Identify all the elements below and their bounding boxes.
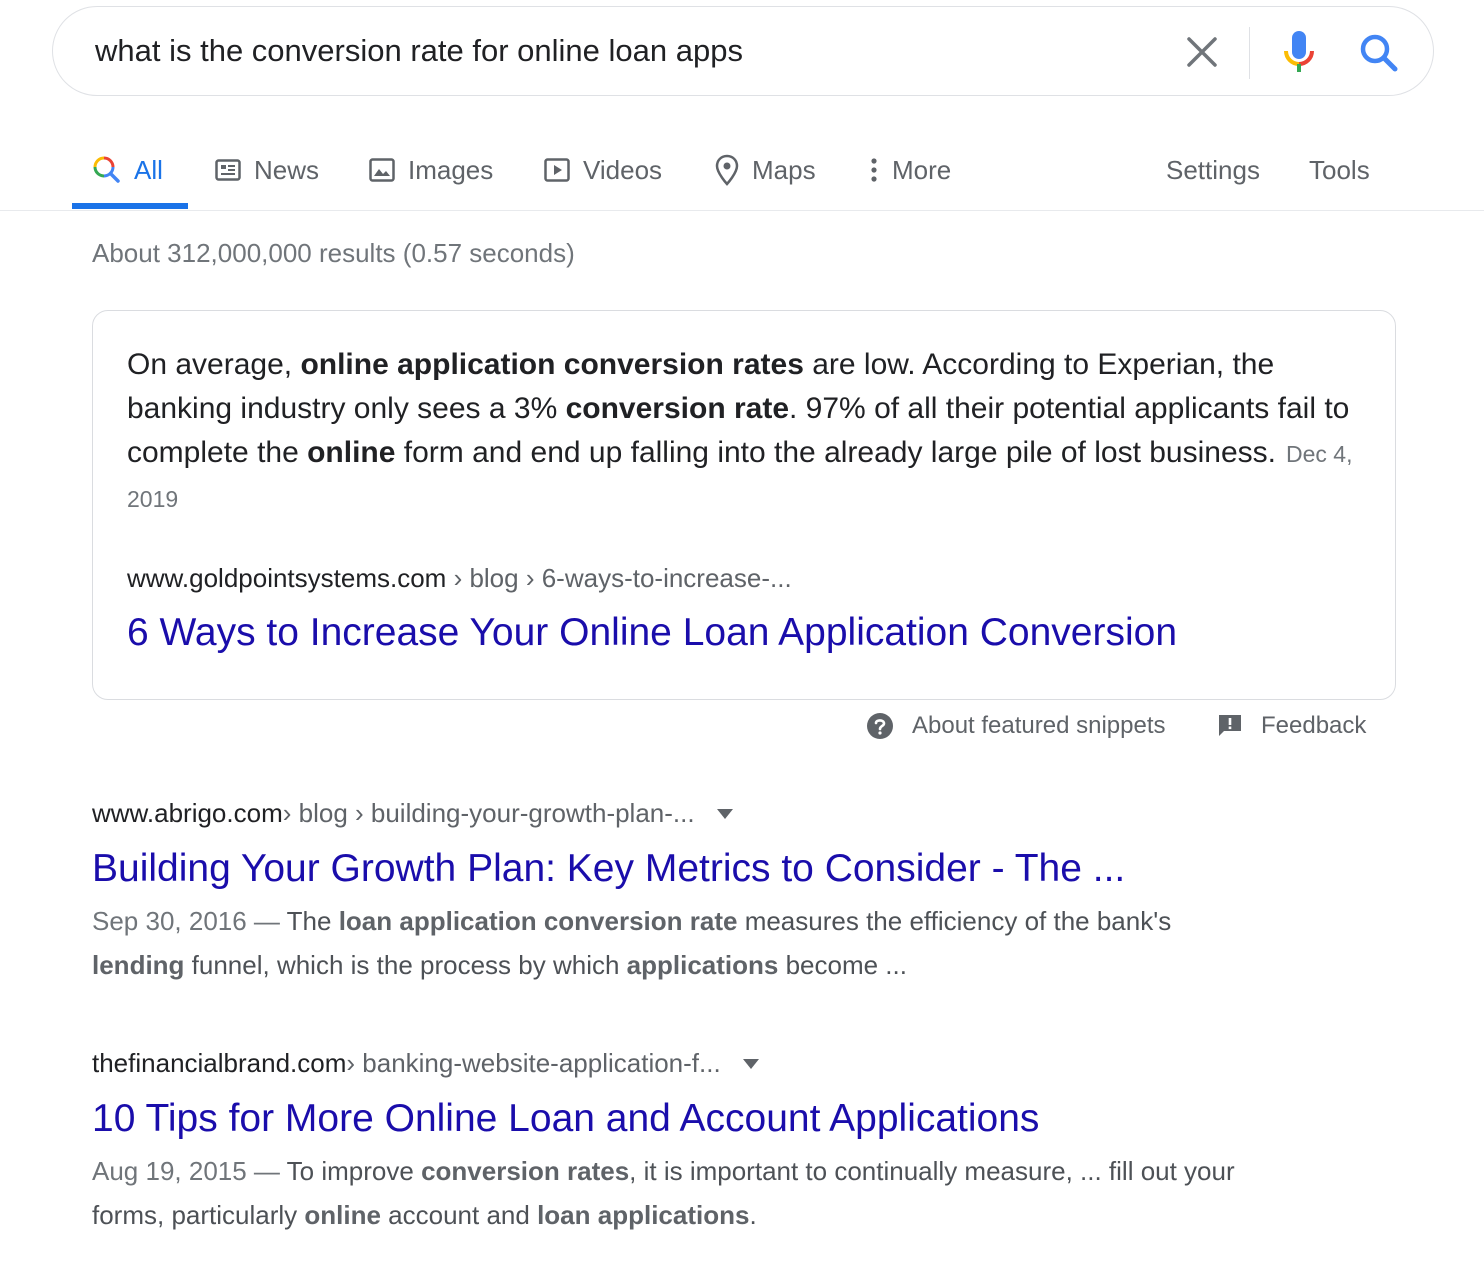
image-icon	[369, 158, 395, 182]
result-url[interactable]: thefinancialbrand.com › banking-website-…	[92, 1048, 1292, 1079]
desc-part: account and	[380, 1200, 538, 1230]
map-pin-icon	[715, 154, 739, 186]
desc-part: The	[286, 906, 339, 936]
active-tab-indicator	[72, 203, 188, 209]
feedback-label: Feedback	[1261, 712, 1367, 739]
url-host: www.abrigo.com	[92, 798, 283, 828]
chevron-down-icon[interactable]	[742, 1058, 759, 1069]
snippet-highlight: conversion rate	[565, 392, 790, 425]
more-vert-icon	[871, 158, 877, 182]
tab-news[interactable]: News	[214, 130, 319, 210]
close-icon	[1187, 37, 1217, 67]
url-path: › banking-website-application-f...	[346, 1048, 721, 1078]
desc-part: To improve	[286, 1156, 422, 1186]
tab-more[interactable]: More	[868, 130, 951, 210]
result-stats: About 312,000,000 results (0.57 seconds)	[92, 238, 575, 268]
snippet-title-link[interactable]: 6 Ways to Increase Your Online Loan Appl…	[127, 611, 1177, 655]
help-icon	[867, 713, 893, 739]
voice-search-button[interactable]	[1277, 29, 1321, 77]
snippet-url[interactable]: www.goldpointsystems.com › blog › 6-ways…	[127, 563, 792, 594]
feedback-link[interactable]: Feedback	[1217, 706, 1366, 746]
result-description: Aug 19, 2015 — To improve conversion rat…	[92, 1149, 1252, 1237]
desc-highlight: applications	[626, 950, 779, 980]
clear-button[interactable]	[1181, 31, 1223, 73]
tab-label: Maps	[752, 154, 816, 185]
tabs-divider	[0, 210, 1484, 211]
snippet-text-part: On average,	[127, 348, 301, 381]
desc-part: .	[749, 1200, 757, 1230]
settings-link[interactable]: Settings	[1166, 130, 1260, 210]
search-result: thefinancialbrand.com › banking-website-…	[92, 1048, 1292, 1237]
search-tabs: All News Images Videos Maps More Setting…	[0, 130, 1484, 212]
result-description: Sep 30, 2016 — The loan application conv…	[92, 899, 1252, 987]
tab-videos[interactable]: Videos	[543, 130, 662, 210]
search-divider	[1249, 27, 1250, 79]
tools-link[interactable]: Tools	[1309, 130, 1370, 210]
result-date: Aug 19, 2015 —	[92, 1156, 287, 1186]
search-icon	[93, 156, 120, 183]
desc-part: become ...	[778, 950, 907, 980]
news-icon	[215, 159, 241, 181]
result-title-link[interactable]: Building Your Growth Plan: Key Metrics t…	[92, 847, 1292, 891]
desc-highlight: conversion rates	[421, 1156, 630, 1186]
video-icon	[544, 158, 570, 182]
tab-all[interactable]: All	[92, 130, 163, 210]
url-host: www.goldpointsystems.com	[127, 563, 447, 593]
snippet-text-part: form and end up falling into the already…	[395, 436, 1276, 469]
result-title-link[interactable]: 10 Tips for More Online Loan and Account…	[92, 1097, 1292, 1141]
tab-label: All	[134, 154, 163, 185]
tab-label: Images	[408, 154, 494, 185]
chevron-down-icon[interactable]	[716, 808, 733, 819]
snippet-text: On average, online application conversio…	[127, 343, 1357, 521]
desc-part: measures the efficiency of the bank's	[737, 906, 1172, 936]
search-icon	[1360, 34, 1398, 72]
desc-highlight: online	[304, 1200, 381, 1230]
tab-label: Videos	[583, 154, 663, 185]
tab-label: News	[254, 154, 320, 185]
feedback-icon	[1219, 715, 1241, 736]
desc-part: funnel, which is the process by which	[184, 950, 627, 980]
about-snippets-label: About featured snippets	[912, 712, 1166, 739]
search-button[interactable]	[1357, 31, 1401, 75]
desc-highlight: loan application conversion rate	[338, 906, 738, 936]
result-url[interactable]: www.abrigo.com › blog › building-your-gr…	[92, 798, 1292, 829]
snippet-highlight: online application conversion rates	[300, 348, 804, 381]
snippet-highlight: online	[307, 436, 396, 469]
url-path: › blog › 6-ways-to-increase-...	[446, 563, 792, 593]
desc-highlight: loan applications	[537, 1200, 750, 1230]
desc-highlight: lending	[92, 950, 185, 980]
about-featured-snippets-link[interactable]: About featured snippets	[866, 706, 1166, 746]
tab-maps[interactable]: Maps	[714, 130, 816, 210]
tab-label: More	[892, 154, 952, 185]
search-result: www.abrigo.com › blog › building-your-gr…	[92, 798, 1292, 987]
url-path: › blog › building-your-growth-plan-...	[282, 798, 695, 828]
featured-snippet: On average, online application conversio…	[92, 310, 1396, 700]
result-date: Sep 30, 2016 —	[92, 906, 287, 936]
search-input[interactable]: what is the conversion rate for online l…	[95, 33, 743, 69]
microphone-icon	[1284, 31, 1314, 72]
search-bar: what is the conversion rate for online l…	[52, 6, 1434, 96]
tab-images[interactable]: Images	[368, 130, 493, 210]
url-host: thefinancialbrand.com	[92, 1048, 347, 1078]
